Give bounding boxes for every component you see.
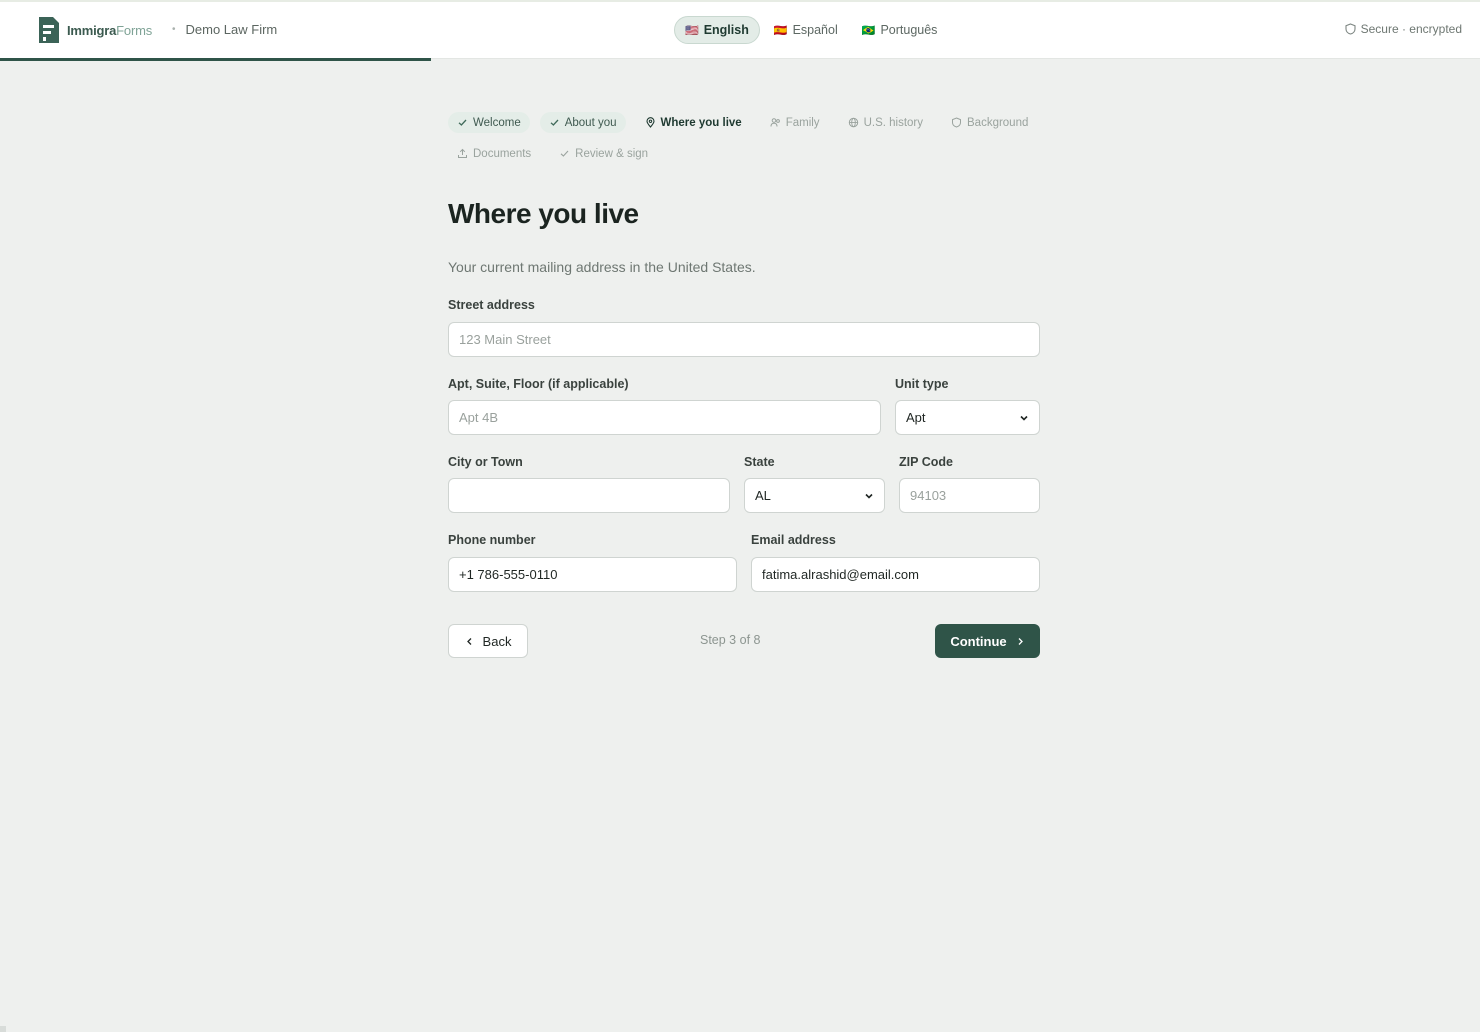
chevron-down-icon [1020,415,1028,421]
step-us-history[interactable]: U.S. history [839,112,932,133]
firm-name: Demo Law Firm [185,22,278,37]
lang-label: Português [880,23,938,37]
progress-bar [0,58,431,61]
continue-label: Continue [950,633,1007,649]
continue-button[interactable]: Continue [935,624,1040,658]
step-about-you[interactable]: About you [539,112,626,133]
step-label: Documents [473,147,532,160]
step-row: Welcome About you Where you live Family … [448,112,1048,133]
step-review-sign[interactable]: Review & sign [550,143,657,164]
step-label: Welcome [473,116,521,129]
lang-spanish[interactable]: 🇪🇸 Español [764,16,848,44]
chevron-right-icon [1018,637,1023,645]
app-header: ImmigraForms • Demo Law Firm 🇺🇸 English … [0,2,1480,59]
globe-icon [848,117,858,128]
br-flag-icon: 🇧🇷 [861,24,876,37]
lang-label: Español [792,23,838,37]
step-label: U.S. history [863,116,923,129]
window-corner [0,1026,6,1032]
step-navigation: Welcome About you Where you live Family … [448,112,1048,174]
us-flag-icon: 🇺🇸 [685,24,699,37]
chevron-left-icon [466,637,472,645]
brand-name: ImmigraForms [67,23,152,38]
page-subtitle: Your current mailing address in the Unit… [448,259,756,275]
map-pin-icon [645,117,655,128]
logo-icon [39,17,59,43]
chevron-down-icon [865,493,873,499]
street-label: Street address [448,298,535,312]
lang-english[interactable]: 🇺🇸 English [674,16,760,44]
state-select[interactable]: AL [744,478,885,513]
email-label: Email address [751,533,836,547]
brand-logo[interactable]: ImmigraForms [37,15,152,45]
street-input[interactable] [448,322,1040,357]
zip-input[interactable] [899,478,1040,513]
step-family[interactable]: Family [761,112,829,133]
step-label: Where you live [660,116,742,129]
step-label: About you [564,116,617,129]
unit-type-select[interactable]: Apt [895,400,1040,435]
state-value: AL [755,488,771,503]
upload-icon [458,148,467,158]
unit-type-value: Apt [906,410,926,425]
users-icon [770,118,780,127]
separator-dot: • [172,24,176,35]
page-title: Where you live [448,198,639,229]
step-row: Documents Review & sign [448,143,1048,164]
language-switcher: 🇺🇸 English 🇪🇸 Español 🇧🇷 Português [674,16,947,44]
apt-label: Apt, Suite, Floor (if applicable) [448,377,629,391]
brand-name-main: Immigra [67,22,117,38]
lang-label: English [703,23,749,37]
step-where-you-live[interactable]: Where you live [636,112,751,133]
secure-indicator: Secure · encrypted [1345,22,1462,36]
step-label: Background [967,116,1029,129]
back-button[interactable]: Back [448,624,528,658]
state-label: State [744,455,775,469]
secure-text: Secure · encrypted [1360,22,1462,36]
unit-type-label: Unit type [895,377,949,391]
step-label: Review & sign [575,147,649,160]
step-documents[interactable]: Documents [448,143,540,164]
phone-label: Phone number [448,533,536,547]
check-icon [560,150,569,157]
email-input[interactable] [751,557,1040,592]
es-flag-icon: 🇪🇸 [773,24,788,37]
check-icon [550,119,559,126]
back-label: Back [482,633,512,649]
step-counter: Step 3 of 8 [700,633,761,647]
apt-input[interactable] [448,400,881,435]
brand-name-accent: Forms [116,22,153,38]
city-input[interactable] [448,478,730,513]
shield-icon [1345,23,1356,35]
lang-portuguese[interactable]: 🇧🇷 Português [852,16,948,44]
phone-input[interactable] [448,557,737,592]
zip-label: ZIP Code [899,455,953,469]
city-label: City or Town [448,455,523,469]
step-welcome[interactable]: Welcome [448,112,530,133]
shield-icon [952,117,961,128]
step-label: Family [785,116,820,129]
step-background[interactable]: Background [942,112,1037,133]
firm-info: • Demo Law Firm [172,22,277,37]
check-icon [458,119,467,126]
